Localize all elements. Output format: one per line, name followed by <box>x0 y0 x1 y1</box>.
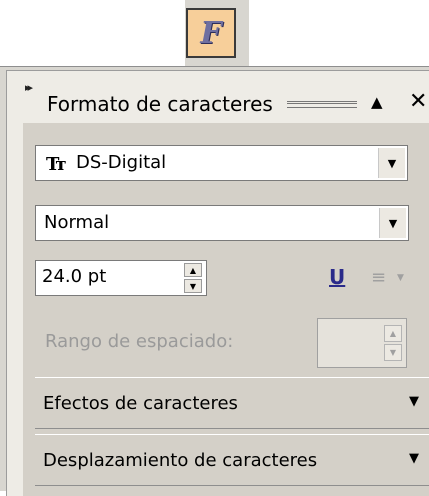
underline-icon[interactable]: U <box>329 265 345 289</box>
panel-inner: ▸▸ Formato de caracteres ▲ ✕ Tт DS-Digit… <box>6 70 429 496</box>
chevron-down-icon[interactable]: ▼ <box>378 148 405 178</box>
align-caret-icon[interactable]: ▼ <box>397 273 404 283</box>
increment-icon[interactable]: ▲ <box>184 263 202 277</box>
font-size-field[interactable]: 24.0 pt ▲ ▼ <box>35 260 207 296</box>
spacing-stepper[interactable]: ▲ ▼ <box>384 325 402 361</box>
panel-title: Formato de caracteres <box>47 92 273 116</box>
character-format-toolbar-button[interactable]: F <box>186 8 236 58</box>
collapse-icon[interactable]: ▲ <box>371 93 383 111</box>
character-offset-section[interactable]: Desplazamiento de caracteres ▼ <box>35 434 429 486</box>
font-size-value: 24.0 pt <box>42 266 107 287</box>
decrement-icon[interactable]: ▼ <box>384 344 402 361</box>
truetype-font-icon: Tт <box>46 154 66 175</box>
chevron-down-icon[interactable]: ▼ <box>409 451 419 466</box>
align-icon[interactable]: ≡ <box>371 267 386 288</box>
character-format-panel: ▸▸ Formato de caracteres ▲ ✕ Tт DS-Digit… <box>0 66 429 496</box>
character-format-icon: F <box>200 15 222 51</box>
close-icon[interactable]: ✕ <box>409 89 427 114</box>
chevron-down-icon[interactable]: ▼ <box>409 394 419 409</box>
decrement-icon[interactable]: ▼ <box>184 279 202 293</box>
font-style-value: Normal <box>44 212 110 233</box>
panel-content: Tт DS-Digital ▼ Normal ▼ 24.0 pt ▲ ▼ U ≡… <box>23 123 429 496</box>
font-family-dropdown[interactable]: Tт DS-Digital ▼ <box>35 145 408 181</box>
spacing-field[interactable]: ▲ ▼ <box>317 318 407 368</box>
font-size-stepper[interactable]: ▲ ▼ <box>184 263 202 293</box>
increment-icon[interactable]: ▲ <box>384 325 402 342</box>
chevron-down-icon[interactable]: ▼ <box>379 208 406 238</box>
character-effects-section[interactable]: Efectos de caracteres ▼ <box>35 377 429 429</box>
drag-grip[interactable] <box>287 101 357 108</box>
character-effects-label: Efectos de caracteres <box>43 393 238 414</box>
font-family-value: DS-Digital <box>76 152 167 173</box>
expand-arrows-icon[interactable]: ▸▸ <box>25 81 33 94</box>
character-offset-label: Desplazamiento de caracteres <box>43 450 318 471</box>
spacing-label: Rango de espaciado: <box>45 331 234 352</box>
panel-title-bar[interactable]: ▸▸ Formato de caracteres ▲ ✕ <box>7 71 429 123</box>
font-style-dropdown[interactable]: Normal ▼ <box>35 205 409 241</box>
